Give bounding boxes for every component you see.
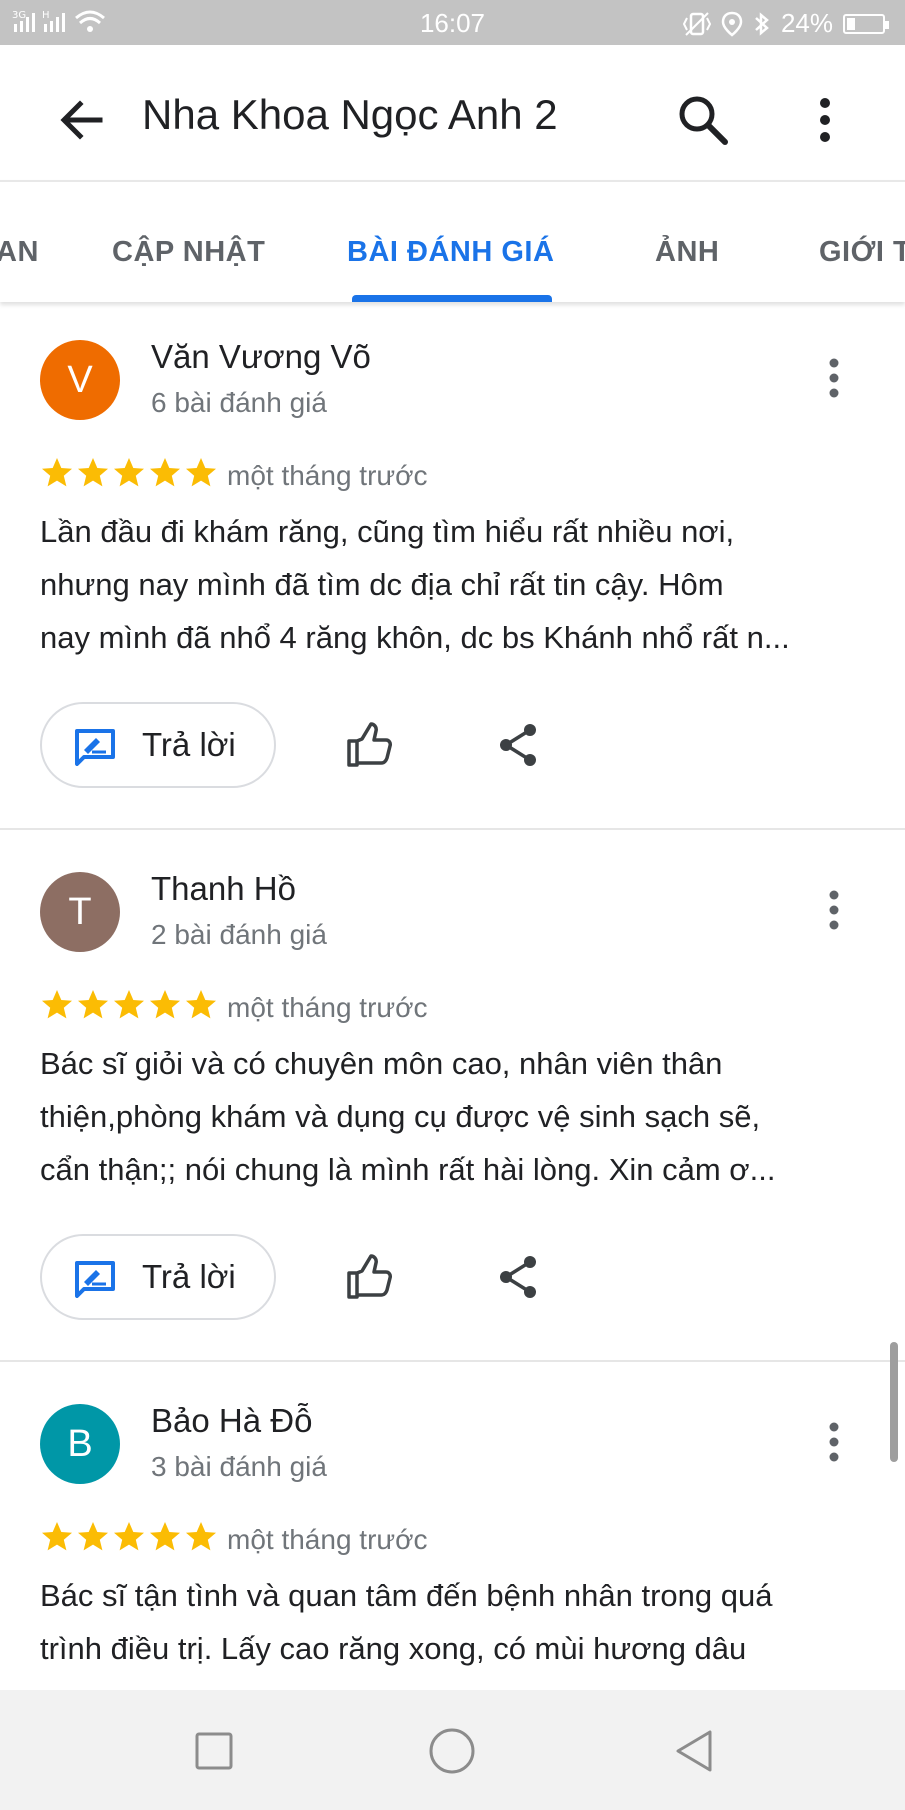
star-icon	[42, 1522, 72, 1551]
star-icon	[150, 990, 180, 1019]
review-text-line: nhưng nay mình đã tìm dc địa chỉ rất tin…	[40, 567, 724, 602]
review-text-line: Bác sĩ giỏi và có chuyên môn cao, nhân v…	[40, 1046, 723, 1081]
review-time: một tháng trước	[227, 460, 428, 491]
star-icon	[78, 990, 108, 1019]
reply-label: Trả lời	[142, 726, 236, 763]
reply-icon	[75, 729, 115, 766]
tab-about[interactable]: GIỚI T	[819, 236, 905, 269]
review-more-vert-icon[interactable]	[822, 885, 846, 935]
reply-button[interactable]: Trả lời	[40, 1234, 276, 1320]
app-bar: Nha Khoa Ngọc Anh 2	[0, 45, 905, 180]
review-text-line: thiện,phòng khám và dụng cụ được vệ sinh…	[40, 1099, 761, 1134]
share-icon[interactable]	[494, 720, 544, 770]
battery-percent: 24%	[780, 8, 833, 38]
active-tab-indicator	[352, 295, 552, 302]
status-right: 24%	[682, 8, 889, 39]
review-more-vert-icon[interactable]	[822, 353, 846, 403]
avatar[interactable]: T	[40, 872, 120, 952]
tab-photos[interactable]: ẢNH	[655, 236, 719, 269]
review-text-line: trình điều trị. Lấy cao răng xong, có mù…	[40, 1631, 747, 1666]
reviewer-name[interactable]: Bảo Hà Đỗ	[151, 1402, 312, 1440]
star-icon	[42, 458, 72, 487]
back-arrow-icon[interactable]	[52, 90, 112, 150]
home-icon[interactable]	[427, 1726, 477, 1776]
star-icon	[186, 458, 216, 487]
divider	[0, 828, 905, 830]
review-time: một tháng trước	[227, 1524, 428, 1555]
star-icon	[150, 1522, 180, 1551]
bluetooth-icon	[755, 11, 769, 36]
review-text[interactable]: Bác sĩ giỏi và có chuyên môn cao, nhân v…	[40, 1037, 870, 1196]
battery-fill	[847, 17, 856, 30]
tab-updates[interactable]: CẬP NHẬT	[112, 236, 265, 269]
review-count: 3 bài đánh giá	[151, 1451, 327, 1482]
review-count: 2 bài đánh giá	[151, 919, 327, 950]
vibrate-icon	[682, 11, 711, 36]
scrollbar[interactable]	[890, 1342, 898, 1462]
review-text[interactable]: Lần đầu đi khám răng, cũng tìm hiểu rất …	[40, 505, 870, 664]
thumbs-up-icon[interactable]	[344, 720, 394, 770]
star-icon	[42, 990, 72, 1019]
star-icon	[114, 458, 144, 487]
status-bar: 3G H 16:07 24%	[0, 0, 905, 45]
star-icon	[78, 458, 108, 487]
reply-button[interactable]: Trả lời	[40, 702, 276, 788]
avatar[interactable]: B	[40, 1404, 120, 1484]
star-icon	[114, 1522, 144, 1551]
star-icon	[150, 458, 180, 487]
star-rating	[40, 1520, 218, 1554]
star-icon	[114, 990, 144, 1019]
star-rating	[40, 988, 218, 1022]
avatar[interactable]: V	[40, 340, 120, 420]
review-time: một tháng trước	[227, 992, 428, 1023]
thumbs-up-icon[interactable]	[344, 1252, 394, 1302]
recent-apps-icon[interactable]	[189, 1726, 239, 1776]
page-title: Nha Khoa Ngọc Anh 2	[142, 91, 558, 138]
review-more-vert-icon[interactable]	[822, 1417, 846, 1467]
more-vert-icon[interactable]	[800, 90, 850, 150]
reply-label: Trả lời	[142, 1258, 236, 1295]
review-text-line: nay mình đã nhổ 4 răng khôn, dc bs Khánh…	[40, 620, 790, 655]
divider	[0, 1360, 905, 1362]
review-text-line: Lần đầu đi khám răng, cũng tìm hiểu rất …	[40, 514, 735, 549]
reviewer-name[interactable]: Văn Vương Võ	[151, 338, 371, 376]
review-text[interactable]: Bác sĩ tận tình và quan tâm đến bệnh nhâ…	[40, 1569, 870, 1675]
reviewer-name[interactable]: Thanh Hồ	[151, 870, 296, 908]
tab-overview[interactable]: AN	[0, 236, 39, 269]
review-text-line: cẩn thận;; nói chung là mình rất hài lòn…	[40, 1152, 776, 1187]
star-icon	[186, 1522, 216, 1551]
star-rating	[40, 456, 218, 490]
location-icon	[721, 11, 743, 37]
tab-bar: AN CẬP NHẬT BÀI ĐÁNH GIÁ ẢNH GIỚI T	[0, 180, 905, 302]
share-icon[interactable]	[494, 1252, 544, 1302]
battery-icon	[843, 13, 889, 34]
system-nav-bar	[0, 1690, 905, 1810]
review-count: 6 bài đánh giá	[151, 387, 327, 418]
star-icon	[78, 1522, 108, 1551]
review-text-line: Bác sĩ tận tình và quan tâm đến bệnh nhâ…	[40, 1578, 773, 1613]
search-icon[interactable]	[673, 90, 733, 150]
star-icon	[186, 990, 216, 1019]
reply-icon	[75, 1261, 115, 1298]
tab-reviews[interactable]: BÀI ĐÁNH GIÁ	[347, 236, 554, 269]
back-nav-icon[interactable]	[670, 1726, 720, 1776]
